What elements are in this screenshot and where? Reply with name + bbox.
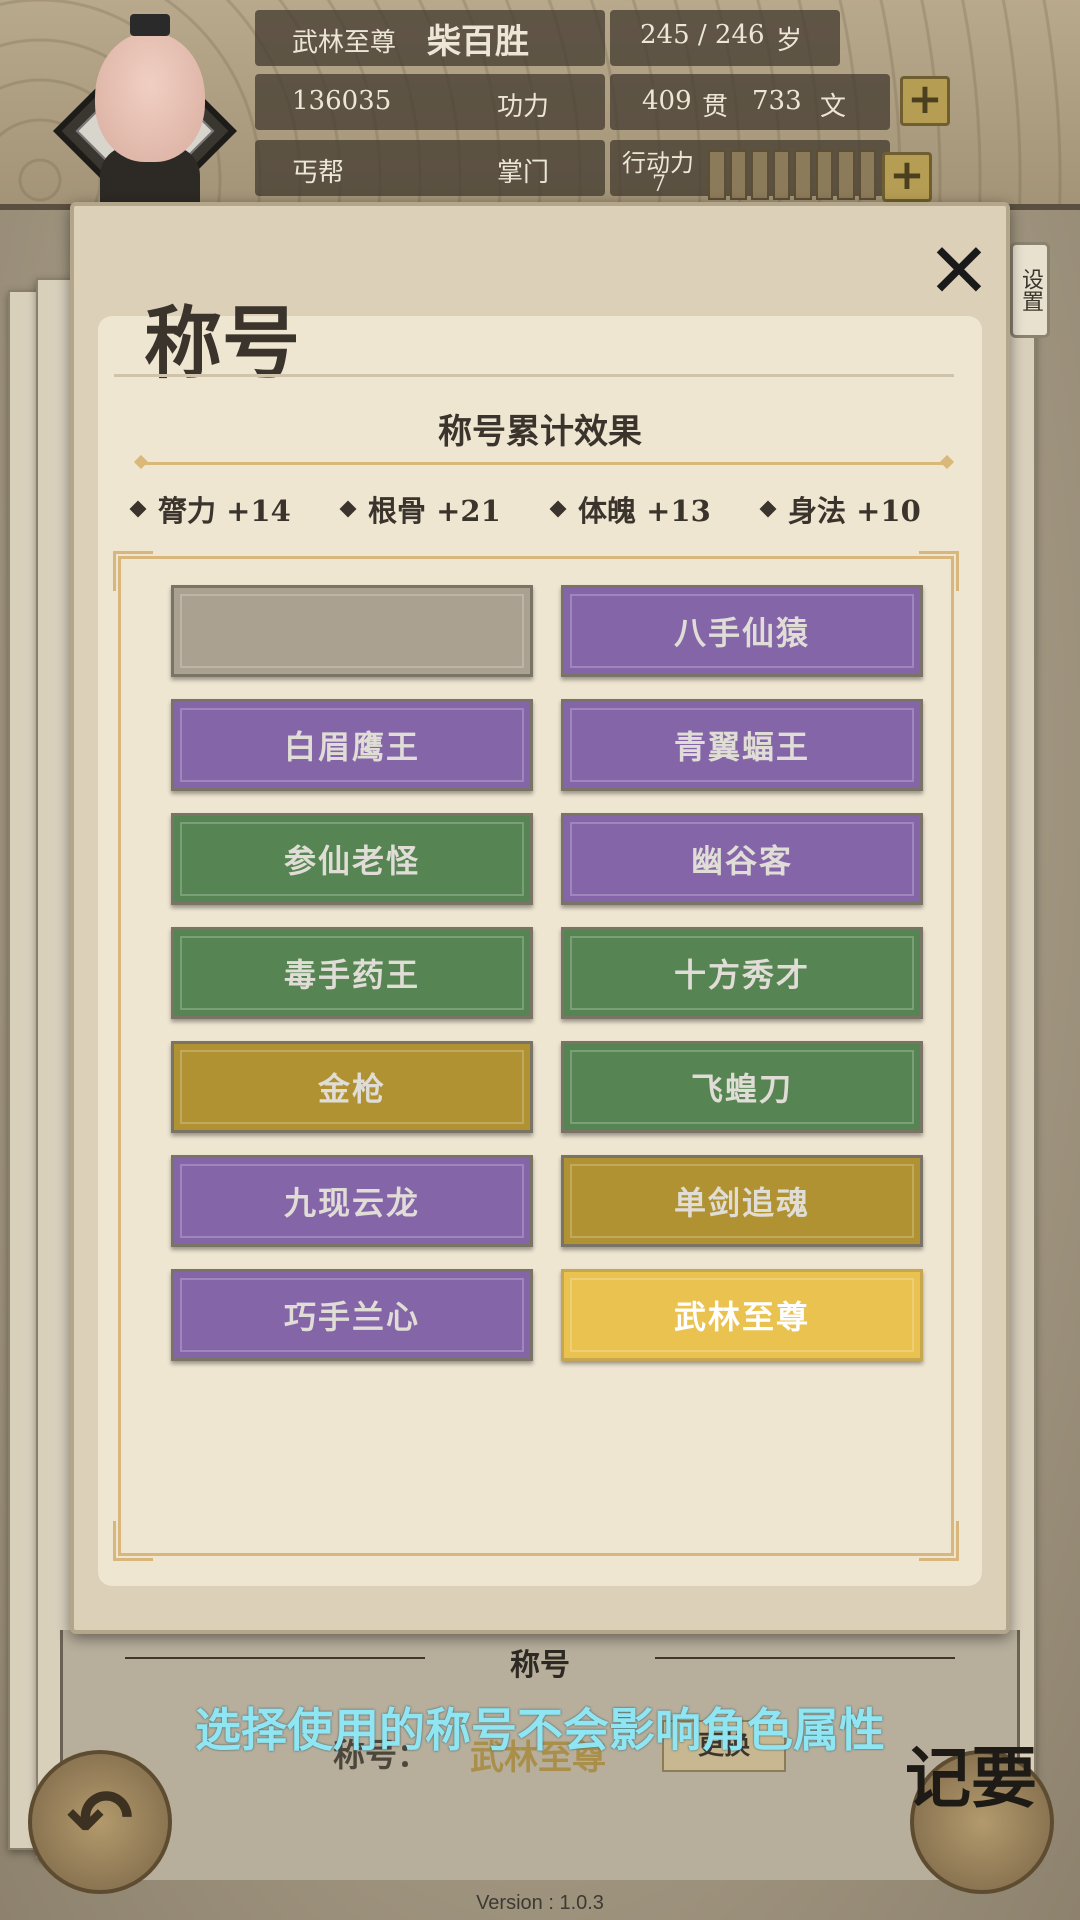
action-value: 7	[652, 172, 666, 197]
title-button[interactable]: 参仙老怪	[171, 813, 533, 905]
sect-role: 掌门	[497, 158, 550, 188]
title-button[interactable]: 青翼蝠王	[561, 699, 923, 791]
diamond-icon	[339, 500, 357, 518]
power-value: 136035	[292, 86, 392, 116]
title-button[interactable]: 飞蝗刀	[561, 1041, 923, 1133]
title-slot-empty[interactable]	[171, 585, 533, 677]
effect-constitution: 根骨 +21	[339, 484, 552, 534]
effects-title: 称号累计效果	[438, 412, 642, 452]
title-button-selected[interactable]: 武林至尊	[561, 1269, 923, 1361]
money-wen-unit: 文	[820, 92, 847, 122]
title-panel: 称号 ✕ 称号累计效果 膂力 +14 根骨 +21 体魄 +13 身法 +10 …	[70, 202, 1010, 1634]
close-icon[interactable]: ✕	[924, 233, 994, 309]
effect-strength: 膂力 +14	[129, 484, 342, 534]
title-button[interactable]: 巧手兰心	[171, 1269, 533, 1361]
title-button[interactable]: 单剑追魂	[561, 1155, 923, 1247]
money-wen-value: 733	[752, 86, 802, 116]
title-button[interactable]: 白眉鹰王	[171, 699, 533, 791]
title-button[interactable]: 毒手药王	[171, 927, 533, 1019]
gold-divider	[140, 462, 948, 465]
effect-agility: 身法 +10	[759, 484, 972, 534]
title-rank: 武林至尊	[292, 28, 397, 58]
sect-name: 丐帮	[292, 158, 345, 188]
diamond-icon	[759, 500, 777, 518]
age-unit: 岁	[776, 26, 803, 56]
title-button[interactable]: 十方秀才	[561, 927, 923, 1019]
money-guan-unit: 贯	[702, 92, 729, 122]
add-money-button[interactable]: +	[900, 76, 950, 126]
back-arrow-icon[interactable]: ↶	[28, 1750, 172, 1894]
money-guan-value: 409	[642, 86, 692, 116]
settings-tab[interactable]: 设置	[1010, 242, 1050, 338]
title-button[interactable]: 八手仙猿	[561, 585, 923, 677]
bottom-heading: 称号	[510, 1648, 570, 1683]
age-value: 245 / 246	[640, 20, 765, 50]
player-name: 柴百胜	[427, 22, 529, 62]
title-button[interactable]: 幽谷客	[561, 813, 923, 905]
top-status-bar: 武林至尊 柴百胜 245 / 246 岁 136035 功力 409 贯 733…	[0, 0, 1080, 223]
title-button[interactable]: 九现云龙	[171, 1155, 533, 1247]
title-button[interactable]: 金枪	[171, 1041, 533, 1133]
titles-frame: 八手仙猿 白眉鹰王 青翼蝠王 参仙老怪 幽谷客 毒手药王 十方秀才 金枪 飞蝗刀…	[113, 551, 959, 1561]
avatar[interactable]	[40, 6, 255, 223]
diamond-icon	[549, 500, 567, 518]
divider	[114, 374, 954, 377]
avatar-hat	[130, 14, 170, 36]
add-action-button[interactable]: +	[882, 152, 932, 202]
action-points-bar	[708, 150, 876, 200]
diamond-icon	[129, 500, 147, 518]
version-text: Version : 1.0.3	[476, 1892, 604, 1914]
memo-label[interactable]: 记要	[905, 1745, 1075, 1811]
power-label: 功力	[497, 92, 550, 122]
effect-physique: 体魄 +13	[549, 484, 762, 534]
effects-list: 膂力 +14 根骨 +21 体魄 +13 身法 +10	[129, 484, 972, 534]
avatar-head	[95, 32, 205, 162]
